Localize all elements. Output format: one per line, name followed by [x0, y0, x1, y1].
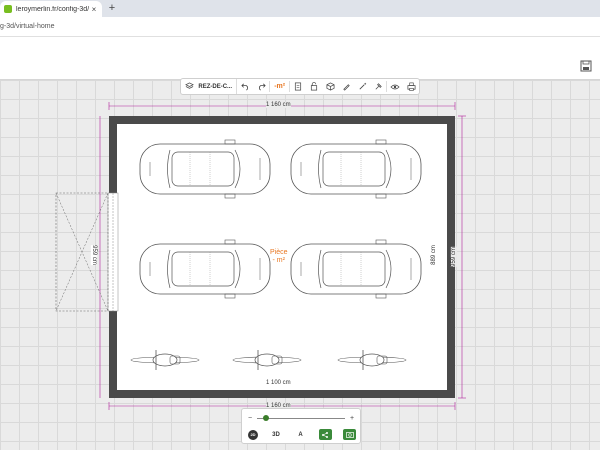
text-tool-button[interactable]: A	[294, 429, 307, 440]
camera-button[interactable]	[343, 429, 356, 440]
undo-button[interactable]	[237, 79, 253, 94]
car-furniture[interactable]	[139, 239, 271, 299]
plan-toolbar: REZ-DE-C... -m²	[180, 78, 420, 95]
room-area: - m²	[272, 257, 285, 264]
view-3d-button[interactable]: 3D	[270, 429, 283, 440]
app-header	[0, 37, 600, 80]
site-favicon-icon	[4, 5, 12, 13]
car-furniture[interactable]	[139, 139, 271, 199]
browser-tab-bar: leroymerlin.fr/config-3d/virtua × +	[0, 0, 600, 17]
notes-icon	[295, 82, 302, 91]
undo-icon	[240, 83, 248, 91]
share-button[interactable]	[318, 429, 332, 440]
camera-icon	[345, 432, 354, 438]
paint-icon	[375, 83, 382, 90]
cube-icon	[326, 82, 335, 91]
area-button[interactable]: -m²	[270, 83, 290, 90]
eye-icon	[390, 84, 400, 89]
browser-tab[interactable]: leroymerlin.fr/config-3d/virtua ×	[0, 1, 102, 17]
dimension-left: 959 cm	[90, 245, 97, 265]
tab-title: leroymerlin.fr/config-3d/virtua	[16, 5, 89, 13]
view-mode-row: 2D 3D A	[248, 428, 356, 441]
car-furniture[interactable]	[290, 139, 422, 199]
pen-icon	[343, 84, 350, 91]
lock-icon	[311, 82, 318, 91]
dimension-right-inner: 889 cm	[430, 245, 437, 265]
tab-close-icon[interactable]: ×	[89, 5, 99, 14]
wand-button[interactable]	[354, 79, 370, 94]
zoom-out-button[interactable]: −	[246, 415, 254, 422]
wand-icon	[359, 82, 366, 90]
paint-button[interactable]	[370, 79, 386, 94]
zoom-control: − +	[246, 413, 356, 423]
dimension-bottom-inner: 1 100 cm	[266, 380, 291, 386]
room-name: Pièce	[270, 249, 288, 256]
notes-button[interactable]	[290, 79, 306, 94]
url-text[interactable]: g-3d/virtual-home	[0, 17, 54, 37]
room-label[interactable]: Pièce - m²	[270, 249, 288, 265]
zoom-slider[interactable]	[257, 414, 345, 421]
view-2d-button[interactable]: 2D	[248, 429, 258, 440]
share-icon	[322, 431, 328, 438]
zoom-in-button[interactable]: +	[348, 415, 356, 422]
print-icon	[407, 82, 416, 91]
car-furniture[interactable]	[290, 239, 422, 299]
level-selector[interactable]: REZ-DE-C...	[181, 79, 238, 94]
zoom-slider-thumb[interactable]	[262, 414, 269, 421]
cube-button[interactable]	[322, 79, 338, 94]
draw-button[interactable]	[338, 79, 354, 94]
view-button[interactable]	[387, 79, 403, 94]
new-tab-button[interactable]: +	[106, 2, 118, 14]
redo-button[interactable]	[253, 79, 269, 94]
redo-icon	[258, 83, 266, 91]
lock-button[interactable]	[306, 79, 322, 94]
layers-icon	[185, 82, 194, 89]
print-button[interactable]	[403, 79, 419, 94]
level-label: REZ-DE-C...	[198, 83, 233, 90]
address-bar[interactable]: g-3d/virtual-home	[0, 17, 600, 37]
save-icon[interactable]	[579, 59, 593, 73]
dimension-top: 1 160 cm	[266, 102, 291, 108]
dimension-right-outer: 959 cm	[450, 247, 457, 267]
view-controls: − + 2D 3D A	[241, 408, 361, 444]
